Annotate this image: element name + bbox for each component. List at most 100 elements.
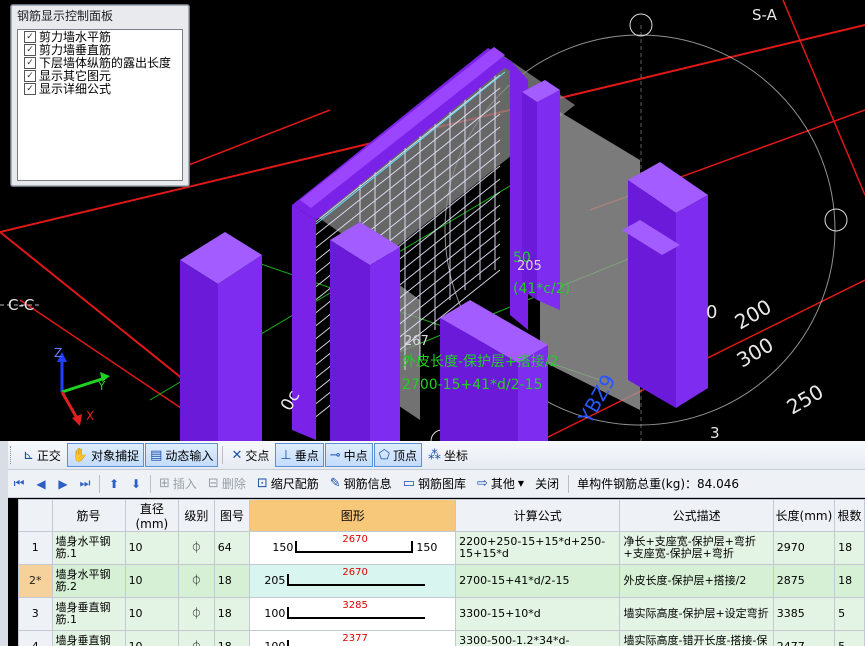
header-diameter[interactable]: 直径(mm) [124,499,180,532]
intersection-button[interactable]: ✕ 交点 [226,443,274,467]
table-row[interactable]: 4 墙身垂直钢筋.2 10 ⏀ 18 100 2377 3300-500-1.2… [18,630,865,646]
scale-rebar-icon: ⊡ [256,476,268,491]
toolbar-grip[interactable] [10,446,14,464]
cell-length[interactable]: 2477 [772,630,836,646]
last-record-icon[interactable]: ⏭ [74,473,96,495]
cell-formula[interactable]: 3300-500-1.2*34*d-15+10*d [455,630,621,646]
header-count[interactable]: 根数 [834,499,865,532]
cell-bar-name[interactable]: 墙身垂直钢筋.1 [51,597,126,631]
scale-rebar-button[interactable]: ⊡ 缩尺配筋 [252,472,324,496]
coordinate-button[interactable]: ⁂ 坐标 [423,443,473,467]
next-record-icon[interactable]: ▶ [52,473,74,495]
table-row-selected[interactable]: 2* 墙身水平钢筋.2 10 ⏀ 18 205 2670 2700-15+41*… [18,564,865,598]
cell-count[interactable]: 5 [834,597,865,631]
header-figure-number[interactable]: 图号 [213,499,251,532]
row-number[interactable]: 3 [18,597,53,631]
cell-diameter[interactable]: 10 [124,597,180,631]
cell-formula-desc[interactable]: 外皮长度-保护层+搭接/2 [619,564,774,598]
cell-bar-name[interactable]: 墙身垂直钢筋.2 [51,630,126,646]
header-formula-desc[interactable]: 公式描述 [619,499,774,532]
header-grade[interactable]: 级别 [178,499,215,532]
cell-length[interactable]: 2970 [772,531,836,565]
perpendicular-button[interactable]: ⊥ 垂点 [275,443,324,467]
3d-viewport[interactable]: S-A C-C 50 205 (41*c/2) 267 外皮长度-保护层+搭接/… [0,0,865,441]
midpoint-button[interactable]: ⊸ 中点 [324,443,373,467]
vertex-button[interactable]: ⬠ 顶点 [373,443,422,467]
cell-count[interactable]: 18 [834,531,865,565]
shape-left-value: 100 [264,607,286,620]
dynamic-input-label: 动态输入 [165,448,214,463]
ortho-button[interactable]: ⊾ 正交 [18,443,66,467]
cell-formula[interactable]: 3300-15+10*d [455,597,621,631]
row-number[interactable]: 1 [18,531,53,565]
cell-formula-desc[interactable]: 墙实际高度-保护层+设定弯折 [619,597,774,631]
cell-figure-number[interactable]: 18 [213,564,251,598]
cell-figure-number[interactable]: 18 [213,630,251,646]
rebar-table: 筋号 直径(mm) 级别 图号 图形 计算公式 公式描述 长度(mm) 根数 1… [18,499,865,646]
cell-grade[interactable]: ⏀ [178,597,215,631]
dim-label-267: 267 [404,334,429,349]
delete-button[interactable]: ⊟ 删除 [203,472,251,496]
row-number[interactable]: 2* [18,564,53,598]
row-number[interactable]: 4 [18,630,53,646]
previous-record-icon[interactable]: ◀ [30,473,52,495]
option-show-other-elements[interactable]: ✓ 显示其它图元 [24,70,182,82]
cell-formula-desc[interactable]: 净长+支座宽-保护层+弯折+支座宽-保护层+弯折 [619,531,774,565]
table-row[interactable]: 1 墙身水平钢筋.1 10 ⏀ 64 150 2670 150 2200+250… [18,531,865,565]
option-lower-wall-exposed-length[interactable]: ✓ 下层墙体纵筋的露出长度 [24,57,182,69]
option-show-detailed-formula[interactable]: ✓ 显示详细公式 [24,83,182,95]
dynamic-input-button[interactable]: ▤ 动态输入 [145,443,219,467]
cell-diameter[interactable]: 10 [124,564,180,598]
cell-shape[interactable]: 100 2377 [249,630,457,646]
cell-diameter[interactable]: 10 [124,630,180,646]
cell-count[interactable]: 5 [834,630,865,646]
rebar-info-icon: ✎ [329,476,341,491]
cell-shape[interactable]: 205 2670 [249,564,457,598]
option-wall-vertical-rebar[interactable]: ✓ 剪力墙垂直筋 [24,44,182,56]
cell-grade[interactable]: ⏀ [178,630,215,646]
shape-left-value: 205 [264,574,286,587]
cell-shape[interactable]: 150 2670 150 [249,531,457,565]
option-wall-horizontal-rebar[interactable]: ✓ 剪力墙水平筋 [24,31,182,43]
move-down-icon[interactable]: ⬇ [125,473,147,495]
cell-count[interactable]: 18 [834,564,865,598]
rebar-library-button[interactable]: ▭ 钢筋图库 [398,472,471,496]
close-button[interactable]: 关闭 [530,472,564,496]
delete-icon: ⊟ [207,476,219,491]
header-bar-number[interactable]: 筋号 [51,499,126,532]
cell-grade[interactable]: ⏀ [178,564,215,598]
header-length[interactable]: 长度(mm) [772,499,836,532]
checkbox-checked-icon[interactable]: ✓ [24,57,36,69]
cell-diameter[interactable]: 10 [124,531,180,565]
checkbox-checked-icon[interactable]: ✓ [24,44,36,56]
cell-length[interactable]: 3385 [772,597,836,631]
cell-grade[interactable]: ⏀ [178,531,215,565]
rebar-info-label: 钢筋信息 [343,477,392,491]
move-up-icon[interactable]: ⬆ [103,473,125,495]
cell-bar-name[interactable]: 墙身水平钢筋.1 [51,531,126,565]
object-snap-button[interactable]: ✋ 对象捕捉 [66,443,145,467]
insert-button[interactable]: ⊞ 插入 [154,472,202,496]
cell-formula-desc[interactable]: 墙实际高度-错开长度-搭接-保护层+设定弯折 [619,630,774,646]
checkbox-checked-icon[interactable]: ✓ [24,31,36,43]
other-dropdown-button[interactable]: ⇨ 其他 ▼ [472,472,529,496]
table-row[interactable]: 3 墙身垂直钢筋.1 10 ⏀ 18 100 3285 3300-15+10*d… [18,597,865,631]
vertex-label: 顶点 [392,448,417,463]
rebar-info-button[interactable]: ✎ 钢筋信息 [325,472,397,496]
shape-line [295,551,414,553]
cell-formula[interactable]: 2700-15+41*d/2-15 [455,564,621,598]
cell-shape[interactable]: 100 3285 [249,597,457,631]
cell-bar-name[interactable]: 墙身水平钢筋.2 [51,564,126,598]
cell-figure-number[interactable]: 18 [213,597,251,631]
shape-hook-right [411,541,414,553]
cell-figure-number[interactable]: 64 [213,531,251,565]
checkbox-checked-icon[interactable]: ✓ [24,83,36,95]
axis-label-cc: C-C [8,296,34,314]
cell-formula[interactable]: 2200+250-15+15*d+250-15+15*d [455,531,621,565]
checkbox-checked-icon[interactable]: ✓ [24,70,36,82]
header-formula[interactable]: 计算公式 [455,499,621,532]
cell-length[interactable]: 2875 [772,564,836,598]
coordinate-icon: ⁂ [427,447,441,463]
first-record-icon[interactable]: ⏮ [8,473,30,495]
header-shape[interactable]: 图形 [249,499,457,532]
